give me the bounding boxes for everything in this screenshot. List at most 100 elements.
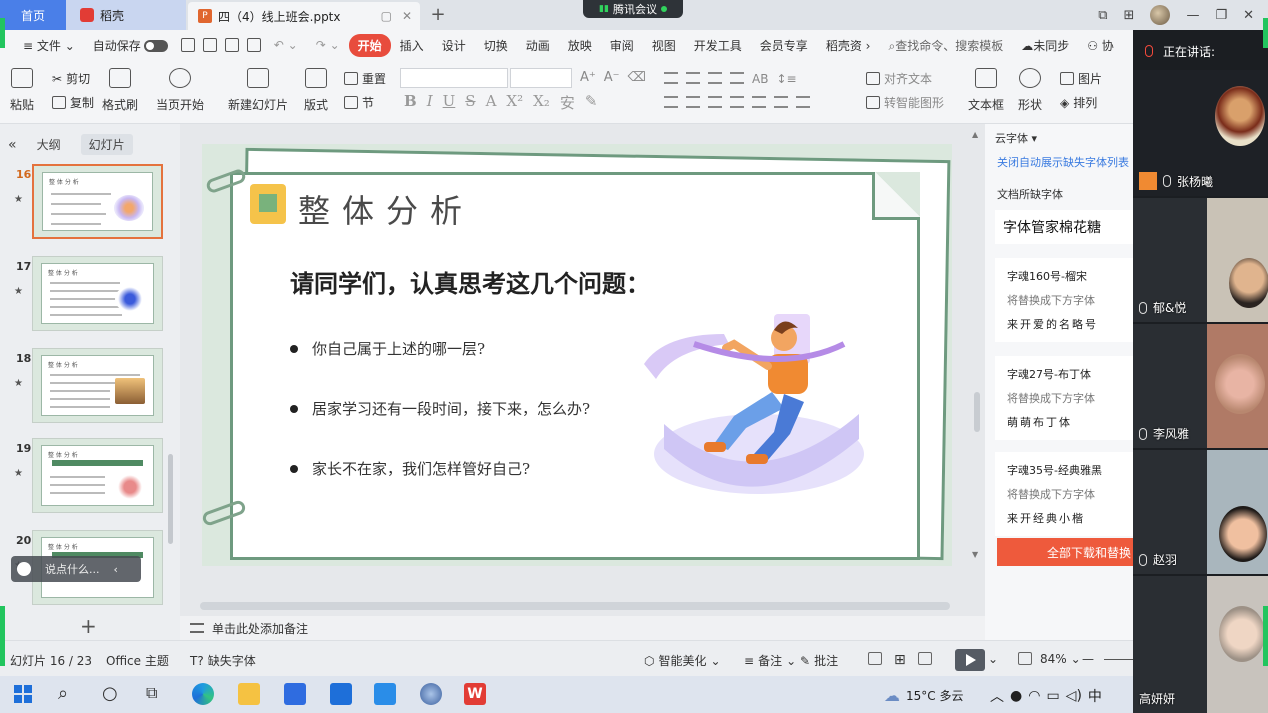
wps-office-icon[interactable]: W [464, 683, 486, 705]
reading-view-icon[interactable] [918, 652, 932, 665]
slide-thumbnail-19[interactable]: 19 ★ 整 体 分 析 [0, 438, 180, 518]
collaborate-button[interactable]: ⚇ 协 [1078, 37, 1114, 54]
qq-icon[interactable]: ● [1010, 688, 1022, 704]
edge-browser-icon[interactable] [192, 683, 214, 705]
weather-widget[interactable]: ☁ 15°C 多云 [884, 686, 963, 705]
theme-name[interactable]: Office 主题 [106, 652, 169, 669]
current-slide[interactable]: 整体分析 请同学们，认真思考这几个问题： 你自己属于上述的哪一层? 居家学习还有… [202, 144, 952, 566]
tab-daoke[interactable]: 稻壳 [66, 0, 186, 30]
justify-icon[interactable] [730, 96, 744, 108]
tab-design[interactable]: 设计 [433, 37, 475, 54]
bullet-item[interactable]: 家长不在家，我们怎样管好自己? [290, 458, 530, 479]
tencent-meeting-icon[interactable] [374, 683, 396, 705]
picture-button[interactable]: 图片 [1060, 70, 1102, 87]
close-tab-icon[interactable]: ✕ [402, 9, 412, 23]
chevron-left-icon[interactable]: ‹ [114, 563, 118, 576]
align-center-icon[interactable] [686, 96, 700, 108]
grid-apps-icon[interactable]: ⊞ [1124, 8, 1135, 23]
tray-icons[interactable]: ︿ ● ◠ ▭ ◁) 中 [990, 686, 1102, 706]
video-tile[interactable]: 李风雅 [1133, 324, 1268, 448]
task-view-icon[interactable]: ⧉ [146, 683, 168, 705]
bullet-item[interactable]: 你自己属于上述的哪一层? [290, 338, 485, 359]
sync-status[interactable]: ☁未同步 [1012, 37, 1078, 54]
zoom-slider[interactable] [1104, 659, 1133, 660]
print-icon[interactable] [224, 38, 239, 52]
restore-icon[interactable]: ❐ [1215, 8, 1227, 23]
redo-icon[interactable]: ↷ ⌄ [307, 38, 349, 52]
video-tile[interactable]: 郁&悦 [1133, 198, 1268, 322]
mail-icon[interactable] [330, 683, 352, 705]
video-tile[interactable]: 赵羽 [1133, 450, 1268, 574]
comments-button[interactable]: ✎ 批注 [800, 652, 838, 669]
increase-font-icon[interactable]: A⁺ [580, 70, 596, 85]
play-from-current-button[interactable]: 当页开始 [156, 68, 204, 113]
format-painter-button[interactable]: 格式刷 [102, 68, 138, 113]
tab-transition[interactable]: 切换 [475, 37, 517, 54]
normal-view-icon[interactable] [868, 652, 882, 665]
decrease-indent-icon[interactable] [708, 72, 722, 84]
superscript-icon[interactable]: X² [506, 92, 523, 113]
text-direction-icon[interactable]: AB [752, 72, 768, 86]
italic-icon[interactable]: I [427, 92, 433, 113]
underline-icon[interactable]: U [443, 92, 456, 113]
wifi-icon[interactable]: ◠ [1028, 688, 1040, 704]
thumbnail-scrollbar[interactable] [168, 454, 173, 544]
slideshow-play-button[interactable] [955, 649, 985, 671]
cloud-font-header[interactable]: 云字体 ▾ [995, 130, 1037, 146]
notes-bar[interactable]: 单击此处添加备注 [180, 616, 985, 640]
strikethrough-icon[interactable]: S [465, 92, 475, 113]
distribute-icon[interactable] [752, 96, 766, 108]
slide-title[interactable]: 整体分析 [298, 186, 474, 232]
paste-button[interactable]: 粘贴 [10, 68, 34, 113]
layout-button[interactable]: 版式 [304, 68, 328, 113]
notes-button[interactable]: ≡ 备注 ⌄ [744, 652, 796, 669]
video-tile[interactable]: 高妍妍 [1133, 576, 1268, 713]
decrease-font-icon[interactable]: A⁻ [604, 70, 620, 85]
clear-format-icon[interactable]: ⌫ [628, 70, 646, 85]
cortana-icon[interactable]: ○ [102, 683, 124, 705]
phonetic-icon[interactable]: 安 [560, 92, 575, 113]
highlight-icon[interactable]: ✎ [585, 92, 598, 113]
slide-subtitle[interactable]: 请同学们，认真思考这几个问题： [290, 264, 650, 299]
user-avatar[interactable] [1150, 5, 1171, 25]
collapse-panel-icon[interactable]: « [8, 137, 17, 153]
fit-window-icon[interactable] [1018, 652, 1032, 665]
columns-icon[interactable] [796, 96, 810, 108]
slide-thumbnail-17[interactable]: 17 ★ 整 体 分 析 [0, 256, 180, 336]
tab-insert[interactable]: 插入 [391, 37, 433, 54]
autosave-toggle[interactable]: 自动保存 [84, 37, 177, 54]
bullet-item[interactable]: 居家学习还有一段时间，接下来，怎么办? [290, 398, 590, 419]
minimize-icon[interactable]: — [1186, 8, 1199, 23]
slide-thumbnail-16[interactable]: 16 ★ 整 体 分 析 [0, 164, 180, 244]
editor-vertical-scrollbar[interactable]: ▲ ▼ [972, 130, 982, 600]
file-explorer-icon[interactable] [238, 683, 260, 705]
zoom-out-icon[interactable]: — [1082, 652, 1094, 666]
align-right-icon[interactable] [708, 96, 722, 108]
smart-beautify-button[interactable]: ⬡ 智能美化 ⌄ [644, 652, 721, 669]
shape-button[interactable]: 形状 [1018, 68, 1042, 113]
video-tile[interactable]: 张杨曦 [1133, 70, 1268, 196]
tab-start[interactable]: 开始 [348, 33, 391, 57]
emoji-icon[interactable] [17, 562, 31, 576]
font-replace-card[interactable]: 字魂27号-布丁体 将替换成下方字体 萌萌布丁体 [995, 356, 1133, 440]
close-window-icon[interactable]: ✕ [1243, 8, 1254, 23]
numbering-icon[interactable] [686, 72, 700, 84]
file-menu[interactable]: ≡ 文件 ⌄ [14, 37, 84, 54]
ime-icon[interactable]: 中 [1088, 686, 1102, 706]
tab-member[interactable]: 会员专享 [751, 37, 817, 54]
font-color-icon[interactable]: A [486, 92, 497, 113]
tab-outline[interactable]: 大纲 [37, 136, 61, 153]
undo-icon[interactable]: ↶ ⌄ [265, 38, 307, 52]
smart-graphic-button[interactable]: 转智能图形 [866, 94, 944, 111]
missing-font-button[interactable]: T? 缺失字体 [190, 652, 256, 669]
editor-horizontal-scrollbar[interactable] [200, 602, 950, 610]
tab-animation[interactable]: 动画 [517, 37, 559, 54]
arrange-button[interactable]: ◈ 排列 [1060, 94, 1097, 111]
export-pdf-icon[interactable] [202, 38, 217, 52]
print-preview-icon[interactable] [246, 38, 261, 52]
command-search[interactable]: ⌕查找命令、搜索模板 [879, 37, 1012, 54]
font-size-select[interactable] [510, 68, 572, 88]
slideshow-options-icon[interactable]: ⌄ [988, 652, 998, 666]
battery-icon[interactable]: ▭ [1046, 688, 1059, 704]
windows-start-icon[interactable] [12, 683, 34, 705]
